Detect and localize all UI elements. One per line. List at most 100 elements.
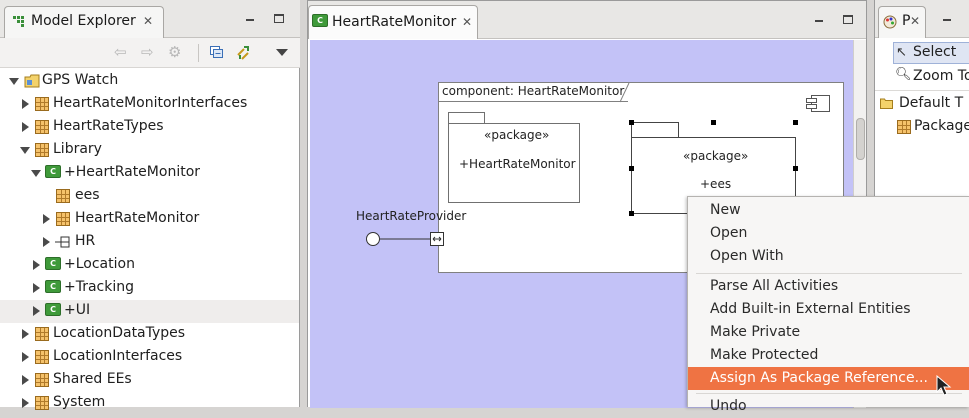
tree-item-heartratemonitor-component[interactable]: C +HeartRateMonitor <box>0 162 299 185</box>
tree-item-locationdatatypes[interactable]: LocationDataTypes <box>0 323 299 346</box>
tree-item-label: HeartRateMonitor <box>75 210 200 226</box>
tree-item-heartratetypes[interactable]: HeartRateTypes <box>0 116 299 139</box>
minimize-view-button[interactable] <box>244 12 258 26</box>
maximize-view-button[interactable] <box>272 12 286 26</box>
collapsed-chevron-icon[interactable] <box>43 237 50 247</box>
tree-item-ees[interactable]: ees <box>0 185 299 208</box>
minimize-icon <box>815 20 823 22</box>
menu-item-make-private[interactable]: Make Private <box>688 321 969 344</box>
menu-item-label: Make Private <box>710 324 801 340</box>
tree-item-heartratemonitorinterfaces[interactable]: HeartRateMonitorInterfaces <box>0 93 299 116</box>
component-icon: C <box>312 14 328 27</box>
package-icon <box>56 189 70 203</box>
palette-item-label: Default T <box>899 95 964 111</box>
tree-item-label: +Location <box>64 256 135 272</box>
component-frame-label: component: HeartRateMonitor <box>439 83 629 102</box>
maximize-icon <box>274 14 284 23</box>
package-icon <box>35 396 49 410</box>
tree-item-label: LocationInterfaces <box>53 348 183 364</box>
collapsed-chevron-icon[interactable] <box>22 329 29 339</box>
menu-item-parse-all-activities[interactable]: Parse All Activities <box>688 275 969 298</box>
expanded-chevron-icon[interactable] <box>20 147 30 154</box>
menu-item-new[interactable]: New <box>688 199 969 222</box>
selection-handle[interactable] <box>711 120 716 125</box>
collapsed-chevron-icon[interactable] <box>33 283 40 293</box>
menu-item-label: Open With <box>710 248 784 264</box>
maximize-icon <box>843 15 853 24</box>
package-icon <box>35 350 49 364</box>
selection-handle[interactable] <box>793 166 798 171</box>
selection-handle[interactable] <box>629 211 634 216</box>
selection-handle[interactable] <box>629 166 634 171</box>
component-icon: C <box>45 280 61 293</box>
close-icon[interactable]: ✕ <box>910 14 920 28</box>
palette-select-tool[interactable]: ↖ Select <box>893 42 969 64</box>
model-explorer-tab[interactable]: Model Explorer ✕ <box>4 6 164 38</box>
folder-open-icon <box>880 97 894 109</box>
expanded-chevron-icon[interactable] <box>9 78 19 85</box>
tree-item-location[interactable]: C +Location <box>0 254 299 277</box>
palette-zoom-tool[interactable]: 🔍︎ Zoom To <box>893 66 969 88</box>
tree-item-locationinterfaces[interactable]: LocationInterfaces <box>0 346 299 369</box>
provided-interface-connector[interactable] <box>365 231 445 247</box>
link-with-editor-icon[interactable] <box>236 45 252 61</box>
forward-arrow-icon[interactable]: ⇨ <box>141 43 154 61</box>
selection-handle[interactable] <box>793 120 798 125</box>
project-icon <box>24 74 40 88</box>
tree-item-label: +UI <box>64 302 91 318</box>
package-heartratemonitor[interactable]: «package» +HeartRateMonitor <box>448 112 580 204</box>
menu-item-assign-as-package-reference[interactable]: Assign As Package Reference... <box>688 367 969 390</box>
view-menu-chevron-down-icon[interactable] <box>276 49 288 56</box>
collapsed-chevron-icon[interactable] <box>43 214 50 224</box>
collapsed-chevron-icon[interactable] <box>22 122 29 132</box>
collapsed-chevron-icon[interactable] <box>22 375 29 385</box>
palette-tab[interactable]: P ✕ <box>878 6 926 38</box>
tree-item-system[interactable]: System <box>0 392 299 415</box>
menu-item-open-with[interactable]: Open With <box>688 245 969 268</box>
tree-item-label: ees <box>75 187 100 203</box>
collapsed-chevron-icon[interactable] <box>33 306 40 316</box>
collapsed-chevron-icon[interactable] <box>22 99 29 109</box>
menu-item-add-builtin-external-entities[interactable]: Add Built-in External Entities <box>688 298 969 321</box>
collapse-all-icon[interactable] <box>210 46 224 59</box>
package-stereotype: «package» <box>484 128 550 142</box>
component-icon: C <box>45 257 61 270</box>
tree-item-gps-watch[interactable]: GPS Watch <box>0 70 299 93</box>
minimize-icon <box>246 19 254 21</box>
package-icon <box>35 327 49 341</box>
tree-item-tracking[interactable]: C +Tracking <box>0 277 299 300</box>
palette-item-label: Package <box>914 118 969 134</box>
tree-item-hr[interactable]: HR <box>0 231 299 254</box>
menu-item-open[interactable]: Open <box>688 222 969 245</box>
scrollbar-thumb[interactable] <box>856 118 865 160</box>
menu-item-make-protected[interactable]: Make Protected <box>688 344 969 367</box>
context-menu: New Open Open With Parse All Activities … <box>687 196 969 414</box>
tree-item-label: Shared EEs <box>53 371 132 387</box>
tree-item-shared-ees[interactable]: Shared EEs <box>0 369 299 392</box>
editor-tab-heartratemonitor[interactable]: C HeartRateMonitor ✕ <box>308 5 478 39</box>
palette-icon <box>883 15 897 29</box>
port-label: HeartRateProvider <box>356 209 467 223</box>
close-icon[interactable]: ✕ <box>462 15 472 29</box>
minimize-editor-button[interactable] <box>813 13 827 27</box>
home-icon[interactable]: ⚙ <box>168 43 181 61</box>
palette-drawer-default[interactable]: Default T <box>879 93 969 115</box>
tree-item-heartratemonitor-package[interactable]: HeartRateMonitor <box>0 208 299 231</box>
collapsed-chevron-icon[interactable] <box>33 260 40 270</box>
package-name: +ees <box>700 177 732 191</box>
palette-header: P ✕ <box>875 0 969 38</box>
selection-handle[interactable] <box>629 120 634 125</box>
minimize-palette-button[interactable] <box>941 12 955 26</box>
maximize-editor-button[interactable] <box>841 13 855 27</box>
palette-item-label: Zoom To <box>913 68 969 84</box>
palette-package-tool[interactable]: Package <box>895 116 969 138</box>
collapsed-chevron-icon[interactable] <box>22 352 29 362</box>
menu-item-label: New <box>710 202 741 218</box>
back-arrow-icon[interactable]: ⇦ <box>114 43 127 61</box>
tree-item-ui[interactable]: C +UI <box>0 300 299 323</box>
package-icon <box>35 97 49 111</box>
menu-item-label: Parse All Activities <box>710 278 839 294</box>
tree-item-library[interactable]: Library <box>0 139 299 162</box>
close-icon[interactable]: ✕ <box>143 14 153 28</box>
expanded-chevron-icon[interactable] <box>31 170 41 177</box>
